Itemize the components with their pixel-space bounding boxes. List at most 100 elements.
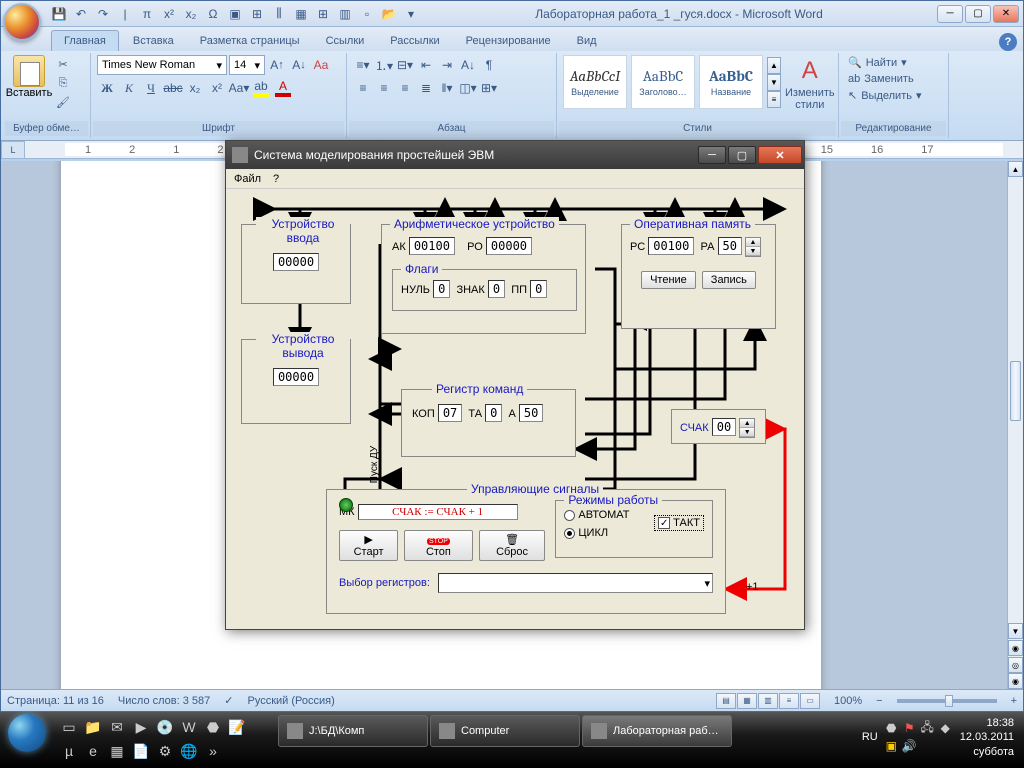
tray-shield-icon[interactable]: ⬣ xyxy=(884,721,899,736)
ql-torrent-icon[interactable]: µ xyxy=(58,740,80,762)
highlight-button[interactable]: ab xyxy=(251,78,271,98)
underline-button[interactable]: Ч xyxy=(141,78,161,98)
align-right-icon[interactable]: ≡ xyxy=(395,78,415,98)
spin-down-icon[interactable]: ▼ xyxy=(740,428,754,437)
tab-mail[interactable]: Рассылки xyxy=(378,31,451,51)
tray-app1-icon[interactable]: ◆ xyxy=(938,721,953,736)
ql-explorer-icon[interactable]: 📁 xyxy=(82,716,104,738)
evm-menu-help[interactable]: ? xyxy=(273,173,279,185)
evm-minimize-button[interactable]: ─ xyxy=(698,146,726,164)
align-center-icon[interactable]: ≡ xyxy=(374,78,394,98)
ql-mail-icon[interactable]: ✉ xyxy=(106,716,128,738)
sign-value[interactable]: 0 xyxy=(488,280,505,298)
ql-player-icon[interactable]: ▶ xyxy=(130,716,152,738)
show-marks-icon[interactable]: ¶ xyxy=(479,55,499,75)
browse-next-icon[interactable]: ◉ xyxy=(1008,673,1023,689)
bullets-icon[interactable]: ≡▾ xyxy=(353,55,373,75)
bold-button[interactable]: Ж xyxy=(97,78,117,98)
qat-symbol-icon[interactable]: Ω xyxy=(203,4,223,24)
view-web-icon[interactable]: ▥ xyxy=(758,693,778,709)
evm-menu-file[interactable]: Файл xyxy=(234,173,261,185)
font-color-button[interactable]: A xyxy=(273,78,293,98)
style-up-icon[interactable]: ▲ xyxy=(767,57,781,74)
ql-dev-icon[interactable]: ⚙ xyxy=(154,740,176,762)
ql-notes-icon[interactable]: 📝 xyxy=(226,716,248,738)
align-left-icon[interactable]: ≡ xyxy=(353,78,373,98)
superscript-button[interactable]: x² xyxy=(207,78,227,98)
status-lang[interactable]: Русский (Россия) xyxy=(247,695,334,707)
start-button[interactable]: ▶ Старт xyxy=(339,530,398,561)
style-item[interactable]: AaBbCcIВыделение xyxy=(563,55,627,109)
numbering-icon[interactable]: ⒈▾ xyxy=(374,55,394,75)
reset-button[interactable]: 🗑 Сброс xyxy=(479,530,546,561)
qat-pi-icon[interactable]: π xyxy=(137,4,157,24)
ql-word-icon[interactable]: W xyxy=(178,716,200,738)
indent-dec-icon[interactable]: ⇤ xyxy=(416,55,436,75)
qat-open-icon[interactable]: 📂 xyxy=(379,4,399,24)
qat-draw-icon[interactable]: ▥ xyxy=(335,4,355,24)
style-down-icon[interactable]: ▼ xyxy=(767,74,781,91)
taskbar-item[interactable]: J:\БД\Комп xyxy=(278,715,428,747)
undo-icon[interactable]: ↶ xyxy=(71,4,91,24)
ql-calc-icon[interactable]: ▦ xyxy=(106,740,128,762)
shading-icon[interactable]: ◫▾ xyxy=(458,78,478,98)
ruler-corner[interactable]: L xyxy=(1,141,25,159)
qat-new-icon[interactable]: ▫ xyxy=(357,4,377,24)
ql-disc-icon[interactable]: 💿 xyxy=(154,716,176,738)
indent-inc-icon[interactable]: ⇥ xyxy=(437,55,457,75)
spin-up-icon[interactable]: ▲ xyxy=(746,238,760,247)
change-styles-button[interactable]: A Изменить стили xyxy=(785,55,835,111)
paste-button[interactable]: Вставить xyxy=(9,55,49,99)
ra-spinner[interactable]: ▲▼ xyxy=(745,237,761,257)
sort-icon[interactable]: A↓ xyxy=(458,55,478,75)
status-words[interactable]: Число слов: 3 587 xyxy=(118,695,210,707)
taskbar-item[interactable]: Лабораторная раб… xyxy=(582,715,732,747)
help-button[interactable]: ? xyxy=(999,33,1017,51)
pp-value[interactable]: 0 xyxy=(530,280,547,298)
start-button[interactable] xyxy=(0,712,54,752)
qat-super-icon[interactable]: x² xyxy=(159,4,179,24)
spin-down-icon[interactable]: ▼ xyxy=(746,247,760,256)
grow-font-icon[interactable]: A↑ xyxy=(267,55,287,75)
stop-button[interactable]: STOP Стоп xyxy=(404,530,473,561)
tray-net-icon[interactable]: 🖧 xyxy=(920,721,935,736)
status-proof-icon[interactable]: ✓ xyxy=(224,694,233,707)
tab-review[interactable]: Рецензирование xyxy=(454,31,563,51)
multilevel-icon[interactable]: ⊟▾ xyxy=(395,55,415,75)
tray-vol-icon[interactable]: 🔊 xyxy=(902,739,917,754)
find-button[interactable]: 🔍Найти ▾ xyxy=(845,55,942,70)
zoom-value[interactable]: 100% xyxy=(834,695,862,707)
style-item[interactable]: AaBbCНазвание xyxy=(699,55,763,109)
ql-pdf-icon[interactable]: 📄 xyxy=(130,740,152,762)
redo-icon[interactable]: ↷ xyxy=(93,4,113,24)
taskbar-item[interactable]: Computer xyxy=(430,715,580,747)
rs-value[interactable]: 00100 xyxy=(648,237,694,255)
view-draft-icon[interactable]: ▭ xyxy=(800,693,820,709)
schak-value[interactable]: 00 xyxy=(712,418,736,436)
rvv-value[interactable]: 00000 xyxy=(273,253,319,271)
qat-col-icon[interactable]: ⫼ xyxy=(269,4,289,24)
scroll-thumb[interactable] xyxy=(1010,361,1021,421)
tray-flag-icon[interactable]: ⚑ xyxy=(902,721,917,736)
null-value[interactable]: 0 xyxy=(433,280,450,298)
ro-value[interactable]: 00000 xyxy=(486,237,532,255)
format-painter-icon[interactable]: 🖌 xyxy=(53,93,73,111)
ql-desktop-icon[interactable]: ▭ xyxy=(58,716,80,738)
qat-more-icon[interactable]: ▾ xyxy=(401,4,421,24)
view-print-icon[interactable]: ▤ xyxy=(716,693,736,709)
ql-browser-icon[interactable]: e xyxy=(82,740,104,762)
zoom-slider[interactable] xyxy=(897,699,997,703)
tab-home[interactable]: Главная xyxy=(51,30,119,51)
tab-insert[interactable]: Вставка xyxy=(121,31,186,51)
tab-layout[interactable]: Разметка страницы xyxy=(188,31,312,51)
ql-app-icon[interactable]: ⬣ xyxy=(202,716,224,738)
tray-lang[interactable]: RU xyxy=(862,731,878,743)
kop-value[interactable]: 07 xyxy=(438,404,462,422)
justify-icon[interactable]: ≣ xyxy=(416,78,436,98)
evm-close-button[interactable]: ✕ xyxy=(758,146,802,164)
zoom-thumb[interactable] xyxy=(945,695,953,707)
view-read-icon[interactable]: ▦ xyxy=(737,693,757,709)
tab-refs[interactable]: Ссылки xyxy=(314,31,377,51)
line-spacing-icon[interactable]: ‖▾ xyxy=(437,78,457,98)
cut-icon[interactable]: ✂ xyxy=(53,55,73,73)
